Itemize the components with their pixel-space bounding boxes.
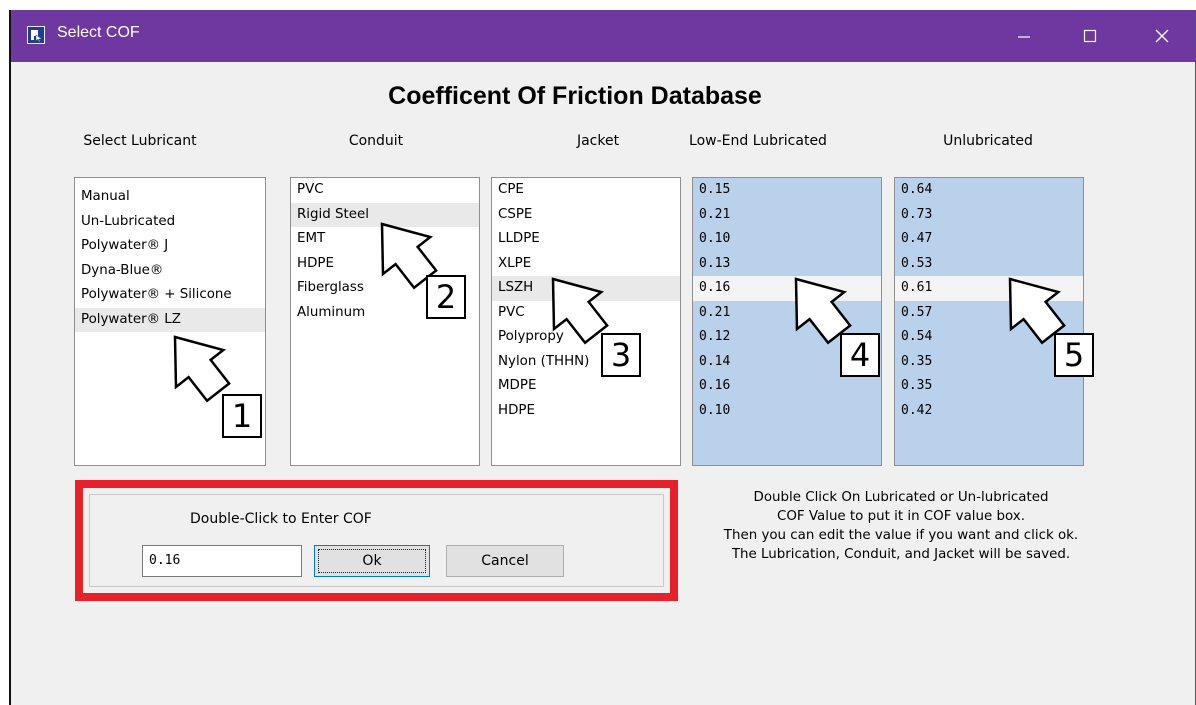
window-title: Select COF: [57, 24, 140, 41]
close-button[interactable]: [1131, 10, 1193, 62]
annotation-2: 2: [426, 275, 466, 319]
list-item[interactable]: HDPE: [492, 399, 680, 424]
low-end-column-label: Low-End Lubricated: [689, 133, 827, 149]
cof-entry-panel: Double-Click to Enter COF 0.16 Ok Cancel: [89, 494, 664, 587]
annotation-1: 1: [222, 394, 262, 438]
help-line: COF Value to put it in COF value box.: [777, 509, 1025, 524]
close-icon: [1155, 29, 1169, 43]
list-item[interactable]: Polywater® J: [75, 234, 265, 259]
list-item[interactable]: Polywater® + Silicone: [75, 283, 265, 308]
cof-entry-label: Double-Click to Enter COF: [190, 511, 372, 527]
conduit-column-label: Conduit: [348, 133, 404, 149]
lubricant-column-label: Select Lubricant: [83, 133, 197, 149]
list-item[interactable]: 0.35: [895, 374, 1083, 399]
list-item[interactable]: 0.64: [895, 178, 1083, 203]
list-item[interactable]: CSPE: [492, 203, 680, 228]
annotation-3: 3: [601, 333, 641, 377]
help-line: Double Click On Lubricated or Un-lubrica…: [753, 490, 1049, 505]
minimize-icon: [1018, 36, 1030, 38]
list-item[interactable]: 0.16: [693, 374, 881, 399]
list-item[interactable]: 0.10: [693, 227, 881, 252]
list-item[interactable]: 0.13: [693, 252, 881, 277]
cancel-button-label: Cancel: [481, 553, 529, 569]
ok-focus-rect: [318, 549, 426, 573]
help-line: The Lubrication, Conduit, and Jacket wil…: [731, 547, 1071, 562]
list-item[interactable]: 0.21: [693, 203, 881, 228]
maximize-icon: [1083, 29, 1097, 43]
ok-button[interactable]: Ok: [314, 545, 430, 577]
cancel-button[interactable]: Cancel: [446, 545, 564, 577]
list-item[interactable]: Dyna-Blue®: [75, 259, 265, 284]
select-cof-window: Select COF Coefficent Of Friction Databa…: [9, 10, 1196, 705]
list-item[interactable]: Polywater® LZ: [75, 307, 265, 332]
title-bar[interactable]: Select COF: [11, 10, 1195, 62]
list-item[interactable]: Manual: [75, 185, 265, 210]
list-item[interactable]: 0.15: [693, 178, 881, 203]
annotation-5: 5: [1054, 333, 1094, 377]
unlubricated-column-label: Unlubricated: [943, 133, 1033, 149]
maximize-button[interactable]: [1059, 10, 1121, 62]
annotation-4: 4: [840, 333, 880, 377]
list-item[interactable]: PVC: [291, 178, 479, 203]
jacket-column-label: Jacket: [576, 133, 620, 149]
page-title: Coefficent Of Friction Database: [388, 82, 762, 110]
list-item[interactable]: 0.73: [895, 203, 1083, 228]
list-item[interactable]: MDPE: [492, 374, 680, 399]
list-item[interactable]: 0.47: [895, 227, 1083, 252]
list-item[interactable]: CPE: [492, 178, 680, 203]
minimize-button[interactable]: [993, 10, 1055, 62]
cof-entry-highlight: Double-Click to Enter COF 0.16 Ok Cancel: [75, 480, 678, 601]
list-item[interactable]: 0.42: [895, 399, 1083, 424]
list-item[interactable]: 0.10: [693, 399, 881, 424]
help-text: Double Click On Lubricated or Un-lubrica…: [691, 488, 1111, 564]
list-padding: [75, 178, 265, 185]
help-line: Then you can edit the value if you want …: [723, 528, 1079, 543]
list-item[interactable]: LLDPE: [492, 227, 680, 252]
cof-value-input[interactable]: 0.16: [142, 545, 302, 577]
list-item[interactable]: Un-Lubricated: [75, 210, 265, 235]
list-item[interactable]: 0.53: [895, 252, 1083, 277]
app-icon: [27, 26, 45, 44]
list-item[interactable]: XLPE: [492, 252, 680, 277]
